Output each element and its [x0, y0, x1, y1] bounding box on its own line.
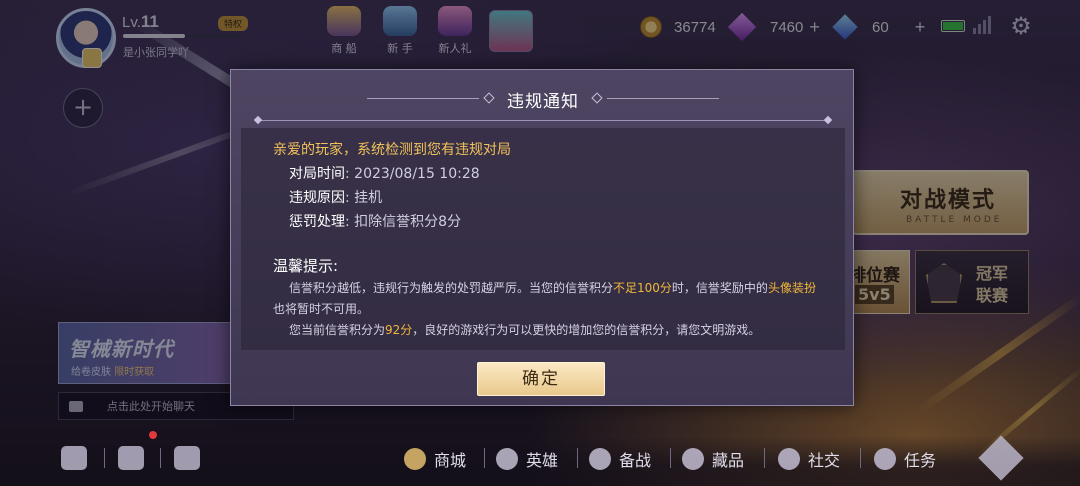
- title-ornament: [253, 115, 263, 125]
- exp-bar: [123, 34, 243, 38]
- title-ornament: [607, 98, 719, 99]
- crystal-add-button[interactable]: +: [915, 17, 926, 38]
- nav-task[interactable]: 任务: [874, 446, 936, 472]
- nav-hero[interactable]: 英雄: [496, 446, 558, 472]
- diamond-add-button[interactable]: +: [809, 17, 820, 38]
- topnav-ship-label: 商 船: [331, 42, 357, 55]
- ranked-mode: 5v5: [855, 285, 894, 304]
- privilege-badge[interactable]: 特权: [218, 16, 249, 31]
- topnav-ship[interactable]: 商 船: [316, 6, 372, 60]
- novice-icon: [383, 6, 417, 36]
- player-nickname: 是小张同学吖: [123, 46, 189, 59]
- signal-icon: [973, 16, 993, 34]
- mail-icon[interactable]: [118, 446, 144, 470]
- ranked-label: 排位赛: [849, 266, 900, 286]
- divider: [860, 448, 861, 468]
- match-time-row: 对局时间: 2023/08/15 10:28: [289, 166, 480, 182]
- topnav-novice-label: 新 手: [387, 42, 413, 55]
- nav-collection-label: 藏品: [712, 451, 745, 470]
- nav-shop[interactable]: 商城: [404, 446, 466, 472]
- divider: [764, 448, 765, 468]
- collection-icon: [682, 448, 704, 470]
- ship-icon: [327, 6, 361, 36]
- divider: [484, 448, 485, 468]
- penalty-row: 惩罚处理: 扣除信誉积分8分: [289, 214, 462, 230]
- reason-row: 违规原因: 挂机: [289, 190, 383, 206]
- tips-paragraph: 信誉积分越低，违规行为触发的处罚越严厉。当您的信誉积分不足100分时，信誉奖励中…: [273, 281, 816, 316]
- divider: [104, 448, 105, 468]
- add-icon[interactable]: +: [63, 88, 103, 128]
- friends-icon[interactable]: [61, 446, 87, 470]
- notification-dot: [149, 431, 157, 439]
- exp-bar-fill: [123, 34, 186, 38]
- nav-hero-label: 英雄: [526, 451, 559, 470]
- champion-league-button[interactable]: 冠军 联赛: [915, 250, 1029, 314]
- crystal-currency[interactable]: 60 +: [832, 14, 926, 40]
- dialog-title: 违规通知: [507, 92, 579, 112]
- violation-dialog: 违规通知 亲爱的玩家，系统检测到您有违规对局 对局时间: 2023/08/15 …: [230, 69, 854, 406]
- nav-shop-label: 商城: [434, 451, 467, 470]
- task-icon: [874, 448, 896, 470]
- avatar-frame-badge-icon: [82, 48, 102, 68]
- nav-collection[interactable]: 藏品: [682, 446, 744, 472]
- title-divider: [257, 120, 829, 121]
- gold-currency[interactable]: 36774: [640, 14, 716, 40]
- nav-prepare[interactable]: 备战: [589, 446, 651, 472]
- gold-amount: 36774: [674, 18, 716, 36]
- crystal-icon: [832, 14, 858, 40]
- battery-icon: [941, 20, 965, 32]
- topnav-gift[interactable]: 新人礼: [427, 6, 483, 60]
- diamond-currency[interactable]: 7460 +: [727, 12, 820, 42]
- score-paragraph: 您当前信誉积分为92分，良好的游戏行为可以更快的增加您的信誉积分，请您文明游戏。: [289, 323, 761, 337]
- shop-icon: [404, 448, 426, 470]
- promo-subtitle: 给卷皮肤 限时获取: [71, 367, 155, 378]
- social-icon: [778, 448, 800, 470]
- chat-icon: [69, 400, 83, 412]
- tips-title: 温馨提示:: [273, 257, 339, 275]
- treasure-chest-icon[interactable]: [489, 10, 533, 52]
- confirm-button[interactable]: 确定: [477, 362, 605, 396]
- divider: [670, 448, 671, 468]
- greeting-text: 亲爱的玩家，系统检测到您有违规对局: [273, 142, 511, 158]
- gear-icon[interactable]: ⚙: [1008, 13, 1034, 39]
- nav-social[interactable]: 社交: [778, 446, 840, 472]
- topnav-gift-label: 新人礼: [438, 42, 472, 55]
- battle-mode-subtitle: BATTLE MODE: [906, 215, 1003, 225]
- ranked-match-button[interactable]: 排位赛 5v5: [846, 250, 910, 314]
- divider: [160, 448, 161, 468]
- topnav-novice[interactable]: 新 手: [372, 6, 428, 60]
- dialog-content[interactable]: 亲爱的玩家，系统检测到您有违规对局 对局时间: 2023/08/15 10:28…: [241, 128, 845, 350]
- crystal-amount: 60: [872, 18, 889, 36]
- diamond-amount: 7460: [770, 18, 804, 36]
- battle-mode-button[interactable]: 对战模式 BATTLE MODE: [852, 170, 1029, 235]
- divider: [577, 448, 578, 468]
- team-icon[interactable]: [174, 446, 200, 470]
- promo-title: 智械新时代: [69, 337, 174, 361]
- title-ornament: [823, 115, 833, 125]
- battle-mode-title: 对战模式: [900, 188, 997, 213]
- promo-banner[interactable]: 智械新时代 给卷皮肤 限时获取: [58, 322, 238, 384]
- gift-icon: [438, 6, 472, 36]
- player-level: Lv.11: [122, 12, 159, 31]
- nav-prepare-label: 备战: [619, 451, 652, 470]
- prepare-icon: [589, 448, 611, 470]
- gold-coin-icon: [640, 16, 662, 38]
- nav-task-label: 任务: [904, 451, 937, 470]
- champion-league-label: 冠军 联赛: [976, 264, 1009, 305]
- nav-social-label: 社交: [808, 451, 841, 470]
- league-emblem-icon: [926, 263, 962, 303]
- diamond-icon: [727, 12, 757, 42]
- chat-placeholder: 点击此处开始聊天: [107, 400, 195, 413]
- hero-icon: [496, 448, 518, 470]
